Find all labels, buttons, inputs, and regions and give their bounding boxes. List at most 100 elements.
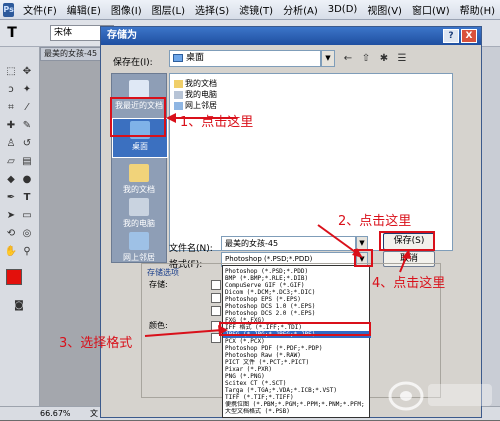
menu-layer[interactable]: 图层(L) — [147, 2, 190, 17]
help-button[interactable]: ? — [443, 29, 459, 43]
close-button[interactable]: X — [461, 29, 477, 43]
place-label: 桌面 — [132, 142, 148, 151]
format-option[interactable]: Photoshop PDF (*.PDF;*.PDP) — [223, 345, 371, 352]
option-checkbox[interactable] — [211, 333, 221, 343]
clone-stamp-tool-icon[interactable]: ♙ — [4, 137, 18, 151]
type-tool-icon[interactable]: T — [4, 24, 20, 42]
hand-tool-icon[interactable]: ✋ — [4, 245, 18, 259]
step1-annotation: 1、点击这里 — [180, 115, 254, 130]
zoom-level: 66.67% — [40, 409, 71, 418]
step4-annotation: 4、点击这里 — [372, 276, 446, 291]
save-button[interactable]: 保存(S) — [383, 233, 435, 250]
option-checkbox[interactable] — [211, 280, 221, 290]
format-option[interactable]: 便携位图 (*.PBM;*.PGM;*.PPM;*.PNM;*.PFM; — [223, 401, 371, 408]
format-option[interactable]: IFF 格式 (*.IFF;*.TDI) — [223, 324, 371, 331]
quick-mask-icon[interactable]: ◙ — [12, 299, 26, 313]
format-option[interactable]: Dicom (*.DCM;*.DC3;*.DIC) — [223, 289, 371, 296]
format-option[interactable]: CompuServe GIF (*.GIF) — [223, 282, 371, 289]
format-option[interactable]: TIFF (*.TIF;*.TIFF) — [223, 394, 371, 401]
menu-help[interactable]: 帮助(H) — [455, 2, 500, 17]
option-checkbox[interactable] — [211, 293, 221, 303]
menu-file[interactable]: 文件(F) — [18, 2, 62, 17]
new-folder-icon[interactable]: ✱ — [375, 50, 393, 67]
menu-image[interactable]: 图像(I) — [106, 2, 147, 17]
folder-icon — [173, 54, 183, 62]
shape-tool-icon[interactable]: ▭ — [20, 209, 34, 223]
format-option[interactable]: JPEG (*.JPG;*.JPEG;*.JPE) — [223, 331, 371, 338]
format-option[interactable]: BMP (*.BMP;*.RLE;*.DIB) — [223, 275, 371, 282]
place-my-documents[interactable]: 我的文档 — [112, 162, 166, 195]
3d-rotate-tool-icon[interactable]: ⟲ — [4, 227, 18, 241]
menu-analysis[interactable]: 分析(A) — [278, 2, 323, 17]
foreground-color-swatch[interactable] — [6, 269, 22, 285]
font-family-select[interactable]: 宋体 — [50, 25, 105, 41]
save-as-dialog: 存储为 ? X 保存在(I): 桌面 ▼ ← ⇧ ✱ ☰ 我最近的文档 桌面 我… — [100, 26, 482, 418]
format-option[interactable]: Photoshop EPS (*.EPS) — [223, 296, 371, 303]
option-checkbox[interactable] — [211, 321, 221, 331]
place-desktop[interactable]: 桌面 — [112, 118, 168, 158]
format-option[interactable]: PNG (*.PNG) — [223, 373, 371, 380]
up-folder-icon[interactable]: ⇧ — [357, 50, 375, 67]
eyedropper-tool-icon[interactable]: ⁄ — [20, 101, 34, 115]
status-text: 文 — [90, 409, 98, 418]
dodge-tool-icon[interactable]: ● — [20, 173, 34, 187]
step3-annotation: 3、选择格式 — [59, 336, 133, 351]
format-option[interactable]: Targa (*.TGA;*.VDA;*.ICB;*.VST) — [223, 387, 371, 394]
healing-brush-tool-icon[interactable]: ✚ — [4, 119, 18, 133]
dialog-title: 存储为 — [101, 27, 481, 45]
place-my-computer[interactable]: 我的电脑 — [112, 196, 166, 229]
list-item[interactable]: 我的文档 — [174, 78, 217, 89]
format-option[interactable]: Pixar (*.PXR) — [223, 366, 371, 373]
magic-wand-tool-icon[interactable]: ✦ — [20, 83, 34, 97]
step2-annotation: 2、点击这里 — [338, 214, 412, 229]
file-name: 我的文档 — [185, 79, 217, 88]
filename-input[interactable]: 最美的女孩-45 — [221, 236, 356, 251]
eraser-tool-icon[interactable]: ▱ — [4, 155, 18, 169]
option-checkbox[interactable] — [211, 306, 221, 316]
pen-tool-icon[interactable]: ✒ — [4, 191, 18, 205]
3d-orbit-tool-icon[interactable]: ◎ — [20, 227, 34, 241]
marquee-tool-icon[interactable]: ⬚ — [4, 65, 18, 79]
format-option[interactable]: PICT 文件 (*.PCT;*.PICT) — [223, 359, 371, 366]
zoom-tool-icon[interactable]: ⚲ — [20, 245, 34, 259]
save-options-title: 存储选项 — [147, 268, 179, 277]
menu-edit[interactable]: 编辑(E) — [62, 2, 106, 17]
crop-tool-icon[interactable]: ⌗ — [4, 101, 18, 115]
format-option[interactable]: Photoshop Raw (*.RAW) — [223, 352, 371, 359]
format-option[interactable]: 大型文档格式 (*.PSB) — [223, 408, 371, 415]
list-item[interactable]: 我的电脑 — [174, 89, 217, 100]
gradient-tool-icon[interactable]: ▤ — [20, 155, 34, 169]
format-option[interactable]: FXG (*.FXG) — [223, 317, 371, 324]
format-option[interactable]: Photoshop DCS 1.0 (*.EPS) — [223, 303, 371, 310]
move-tool-icon[interactable]: ✥ — [20, 65, 34, 79]
menu-select[interactable]: 选择(S) — [190, 2, 234, 17]
menu-filter[interactable]: 滤镜(T) — [234, 2, 278, 17]
place-network[interactable]: 网上邻居 — [112, 230, 166, 263]
back-icon[interactable]: ← — [339, 50, 357, 67]
save-in-select[interactable]: 桌面 — [169, 50, 321, 67]
list-item[interactable]: 网上邻居 — [174, 100, 217, 111]
menu-view[interactable]: 视图(V) — [362, 2, 407, 17]
blur-tool-icon[interactable]: ◆ — [4, 173, 18, 187]
place-recent[interactable]: 我最近的文档 — [112, 78, 166, 111]
view-menu-icon[interactable]: ☰ — [393, 50, 411, 67]
format-option[interactable]: Photoshop DCS 2.0 (*.EPS) — [223, 310, 371, 317]
format-option[interactable]: Photoshop (*.PSD;*.PDD) — [223, 268, 371, 275]
filename-label: 文件名(N): — [169, 244, 213, 254]
menu-window[interactable]: 窗口(W) — [407, 2, 455, 17]
menu-3d[interactable]: 3D(D) — [323, 4, 363, 15]
type-tool-icon[interactable]: T — [20, 191, 34, 205]
recent-docs-icon — [129, 80, 149, 98]
format-option[interactable]: PCX (*.PCX) — [223, 338, 371, 345]
chevron-down-icon[interactable]: ▼ — [356, 236, 368, 251]
save-in-label: 保存在(I): — [113, 58, 153, 68]
format-option[interactable]: Scitex CT (*.SCT) — [223, 380, 371, 387]
place-label: 网上邻居 — [123, 253, 155, 262]
file-name: 网上邻居 — [185, 101, 217, 110]
path-selection-tool-icon[interactable]: ➤ — [4, 209, 18, 223]
history-brush-tool-icon[interactable]: ↺ — [20, 137, 34, 151]
brush-tool-icon[interactable]: ✎ — [20, 119, 34, 133]
lasso-tool-icon[interactable]: ↄ — [4, 83, 18, 97]
format-dropdown-list[interactable]: Photoshop (*.PSD;*.PDD) BMP (*.BMP;*.RLE;… — [222, 265, 371, 418]
chevron-down-icon[interactable]: ▼ — [321, 50, 335, 67]
